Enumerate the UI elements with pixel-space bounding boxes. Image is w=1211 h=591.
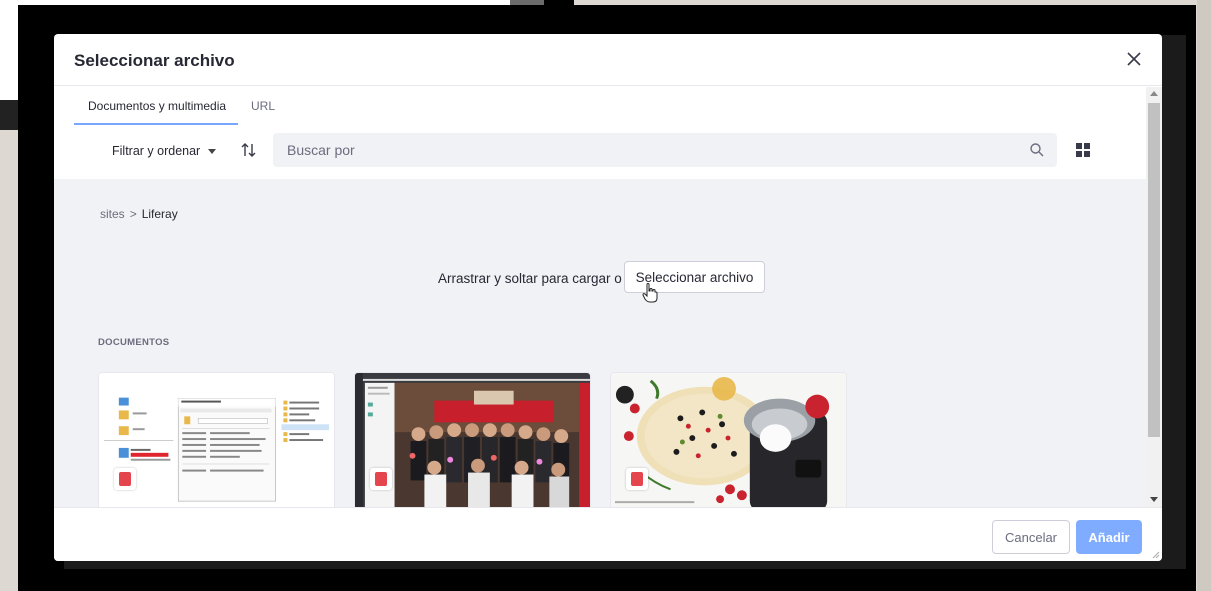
close-icon [1127, 52, 1141, 66]
image-file-icon [370, 468, 392, 490]
tab-url[interactable]: URL [251, 99, 275, 113]
close-button[interactable] [1124, 49, 1144, 69]
dialog-title: Seleccionar archivo [74, 51, 235, 70]
scroll-up-icon[interactable] [1150, 91, 1158, 96]
dialog-header: Seleccionar archivo [54, 34, 1162, 86]
image-file-icon [626, 468, 648, 490]
management-toolbar: Filtrar y ordenar [54, 131, 1146, 175]
sort-button[interactable] [240, 141, 258, 159]
search-icon[interactable] [1029, 142, 1045, 158]
breadcrumb-separator: > [129, 207, 137, 221]
breadcrumb-sites[interactable]: sites [100, 207, 125, 221]
filter-and-order-dropdown[interactable]: Filtrar y ordenar [112, 144, 217, 158]
documents-area: sites > Liferay Arrastrar y soltar para ca… [54, 179, 1146, 507]
scroll-thumb[interactable] [1148, 103, 1160, 437]
select-file-dialog: Seleccionar archivo Documentos y multime… [54, 34, 1162, 561]
dialog-body: Documentos y multimedia URL Filtrar y or… [54, 87, 1146, 507]
tab-documents-media[interactable]: Documentos y multimedia [88, 99, 226, 113]
cancel-button[interactable]: Cancelar [992, 520, 1070, 554]
caret-down-icon [208, 149, 217, 155]
breadcrumb: sites > Liferay [100, 207, 178, 221]
document-card[interactable] [98, 372, 335, 507]
active-tab-indicator [74, 123, 238, 125]
dialog-scrollbar[interactable] [1146, 87, 1162, 507]
add-button[interactable]: Añadir [1076, 520, 1142, 554]
dialog-footer: Cancelar Añadir [54, 507, 1162, 561]
sort-arrows-icon [241, 143, 256, 157]
document-card[interactable] [354, 372, 591, 507]
background-edge [1197, 0, 1211, 591]
search-bar [273, 133, 1057, 167]
resize-grip-icon[interactable] [1152, 551, 1160, 559]
drop-instructions: Arrastrar y soltar para cargar o [438, 271, 622, 286]
filter-label: Filtrar y ordenar [112, 144, 201, 158]
grid-view-icon[interactable] [1076, 143, 1090, 157]
scroll-down-icon[interactable] [1150, 497, 1158, 502]
documents-section-label: DOCUMENTOS [98, 337, 170, 348]
upload-drop-zone[interactable]: Arrastrar y soltar para cargar o Selecci… [54, 261, 1146, 303]
search-input[interactable] [273, 133, 1013, 167]
breadcrumb-liferay: Liferay [141, 207, 178, 221]
documents-grid [98, 372, 858, 507]
document-card[interactable] [610, 372, 847, 507]
image-file-icon [114, 468, 136, 490]
hand-cursor-icon [642, 283, 658, 303]
